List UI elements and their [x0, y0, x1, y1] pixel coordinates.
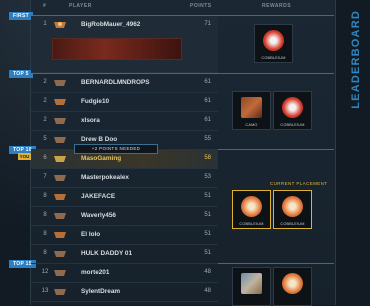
player-name[interactable]: Fudgie10	[81, 98, 109, 105]
player-points: 51	[204, 231, 211, 237]
player-points: 53	[204, 174, 211, 180]
player-name[interactable]: BERNARDLMNDROPS	[81, 79, 150, 86]
cobbleium-icon	[282, 196, 303, 217]
rank-emblem-icon	[54, 99, 66, 105]
reward-caption: COBBLEIUM	[239, 222, 264, 226]
player-name[interactable]: Waverly456	[81, 212, 116, 219]
player-points: 51	[204, 250, 211, 256]
tier-label-top5: TOP 5	[9, 70, 33, 78]
reward-card[interactable]: CAMO	[232, 91, 271, 130]
table-row[interactable]: 2 BERNARDLMNDROPS 61	[31, 74, 218, 93]
row-rank: 8	[43, 212, 47, 218]
reward-card[interactable]	[232, 267, 271, 306]
table-row[interactable]: 2 xlsora 61	[31, 112, 218, 131]
table-row[interactable]: 8 El lolo 51	[31, 226, 218, 245]
player-points: 71	[204, 21, 211, 27]
rank-emblem-icon	[54, 289, 66, 295]
player-name[interactable]: HULK DADDY 01	[81, 250, 132, 257]
header-rank: #	[43, 3, 47, 9]
player-name[interactable]: El lolo	[81, 231, 100, 238]
player-points: 48	[204, 269, 211, 275]
cobbleium-icon	[241, 196, 262, 217]
player-name[interactable]: xlsora	[81, 117, 100, 124]
rank-emblem-icon	[54, 213, 66, 219]
row-rank: 6	[43, 155, 47, 161]
table-row[interactable]: 8 Waverly456 51	[31, 207, 218, 226]
reward-card[interactable]: COBBLEIUM	[273, 91, 312, 130]
player-name[interactable]: JAKEFACE	[81, 193, 115, 200]
rank-emblem-icon	[54, 270, 66, 276]
player-name[interactable]: SylentDream	[81, 288, 120, 295]
row-rank: 8	[43, 250, 47, 256]
row-rank: 2	[43, 117, 47, 123]
rank-emblem-icon	[54, 118, 66, 124]
player-points: 48	[204, 288, 211, 294]
header-player: PLAYER	[69, 3, 92, 9]
you-badge: YOU	[18, 153, 31, 160]
reward-card[interactable]: COBBLEIUM	[273, 190, 312, 229]
row-rank: 8	[43, 231, 47, 237]
player-points: 55	[204, 136, 211, 142]
rank-emblem-icon	[54, 22, 66, 28]
reward-caption: COBBLEIUM	[280, 222, 305, 226]
table-row[interactable]: 13 SylentDream 48	[31, 283, 218, 302]
reward-card[interactable]	[273, 267, 312, 306]
player-points: 61	[204, 98, 211, 104]
current-placement-label: CURRENT PLACEMENT	[270, 181, 328, 186]
player-name[interactable]: MasoGaming	[81, 155, 121, 162]
camo-icon	[241, 97, 262, 118]
reward-card[interactable]: COBBLEIUM	[232, 190, 271, 229]
rank-emblem-icon	[54, 194, 66, 200]
player-name[interactable]: BigRobMauer_4962	[81, 21, 140, 28]
reward-card[interactable]: COBBLEIUM	[254, 24, 293, 63]
row-rank: 5	[43, 136, 47, 142]
cobbleium-icon	[282, 97, 303, 118]
rank-emblem-icon	[54, 156, 66, 162]
player-points: 51	[204, 193, 211, 199]
cobbleium-icon	[282, 273, 303, 294]
table-row[interactable]: 8 JAKEFACE 51	[31, 188, 218, 207]
reward-image-icon	[241, 273, 262, 294]
player-points: 61	[204, 79, 211, 85]
row-rank: 13	[41, 288, 49, 294]
table-row[interactable]: 7 Masterpokealex 53	[31, 169, 218, 188]
rank-emblem-icon	[54, 137, 66, 143]
rank-emblem-icon	[54, 232, 66, 238]
table-row[interactable]: 2 Fudgie10 61	[31, 93, 218, 112]
row-rank: 7	[43, 174, 47, 180]
rank-emblem-icon	[54, 175, 66, 181]
cobbleium-icon	[263, 30, 284, 51]
table-row[interactable]: 12 morte201 48	[31, 264, 218, 283]
player-name[interactable]: Masterpokealex	[81, 174, 129, 181]
player-banner	[52, 38, 182, 60]
reward-caption: COBBLEIUM	[280, 123, 305, 127]
row-rank: 2	[43, 79, 47, 85]
player-points: 61	[204, 117, 211, 123]
rank-emblem-icon	[54, 80, 66, 86]
leaderboard-title: LEADERBOARD	[350, 10, 362, 109]
player-points: 51	[204, 212, 211, 218]
reward-caption: CAMO	[245, 123, 258, 127]
row-rank: 8	[43, 193, 47, 199]
row-rank: 1	[43, 21, 47, 27]
row-rank: 12	[41, 269, 49, 275]
header-points: POINTS	[190, 3, 212, 9]
reward-caption: COBBLEIUM	[261, 56, 286, 60]
player-name[interactable]: morte201	[81, 269, 109, 276]
player-name[interactable]: Drew B Doo	[81, 136, 117, 143]
row-rank: 2	[43, 98, 47, 104]
player-points: 58	[204, 155, 211, 161]
points-needed-tooltip: +2 POINTS NEEDED	[74, 144, 158, 154]
tier-label-first: FIRST	[9, 12, 33, 20]
header-rewards: REWARDS	[262, 3, 292, 9]
rank-emblem-icon	[54, 251, 66, 257]
table-row[interactable]: 8 HULK DADDY 01 51	[31, 245, 218, 264]
